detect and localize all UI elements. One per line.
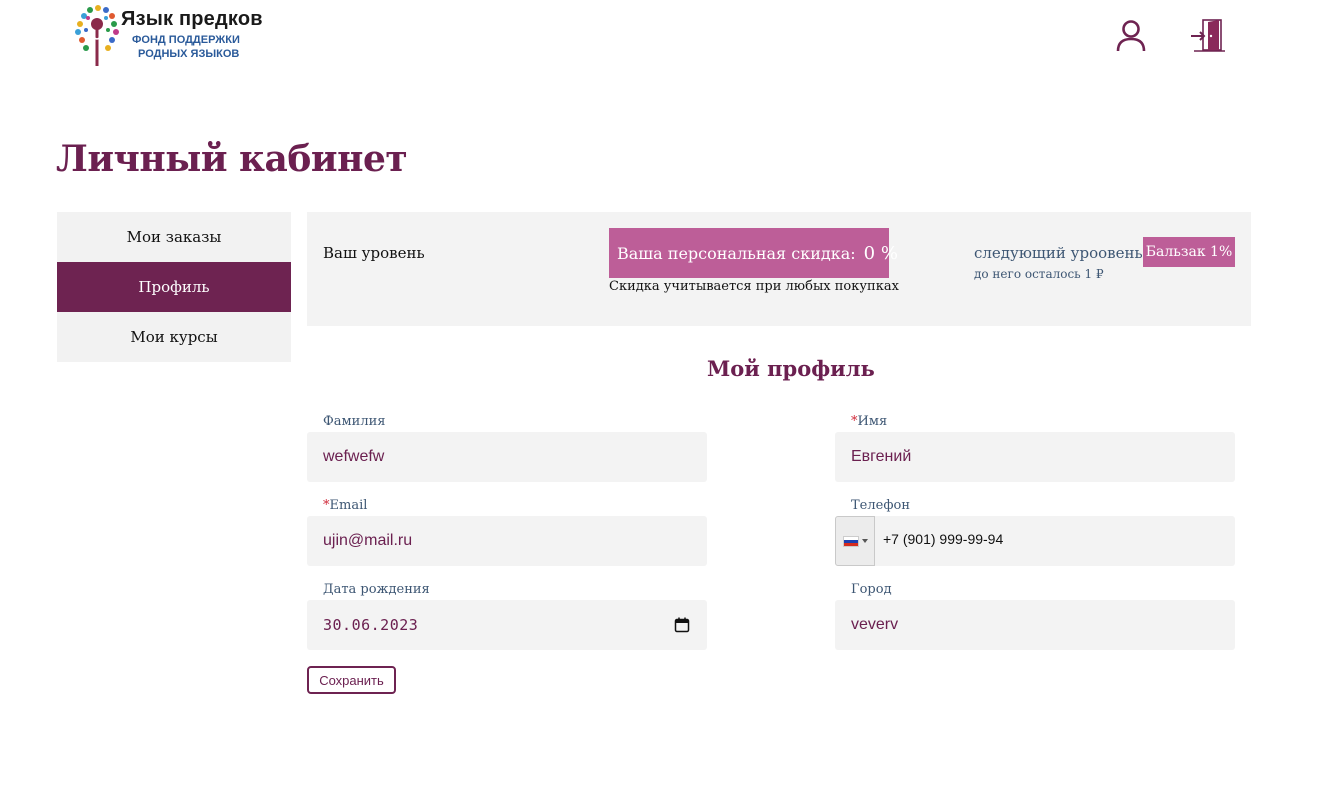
- country-select[interactable]: [835, 516, 875, 566]
- logo-subtitle-2: РОДНЫХ ЯЗЫКОВ: [138, 48, 240, 60]
- lastname-label: Фамилия: [323, 414, 385, 429]
- lastname-field[interactable]: [307, 432, 707, 482]
- next-level-label: следующий уроовень: [974, 244, 1143, 262]
- discount-label: Ваша персональная скидка:: [617, 243, 856, 263]
- firstname-field[interactable]: [835, 432, 1235, 482]
- birthdate-field[interactable]: 30.06.2023: [307, 600, 707, 650]
- phone-field[interactable]: +7 (901) 999-99-94: [835, 516, 1235, 566]
- birthdate-label-text: Дата рождения: [323, 582, 430, 597]
- city-label-text: Город: [851, 582, 892, 597]
- chevron-down-icon: [861, 539, 868, 543]
- level-label: Ваш уровень: [323, 244, 425, 262]
- phone-label-text: Телефон: [851, 498, 910, 513]
- birthdate-label: Дата рождения: [323, 582, 430, 597]
- city-label: Город: [851, 582, 892, 597]
- lastname-label-text: Фамилия: [323, 414, 386, 429]
- side-menu-item-courses[interactable]: Мои курсы: [57, 312, 291, 362]
- city-input[interactable]: [851, 600, 1235, 650]
- email-field[interactable]: [307, 516, 707, 566]
- discount-note: Скидка учитывается при любых покупках: [609, 279, 899, 294]
- side-menu-item-profile[interactable]: Профиль: [57, 262, 291, 312]
- next-level-badge: Бальзак 1%: [1143, 237, 1235, 267]
- calendar-icon[interactable]: [674, 617, 690, 633]
- discount-box: Ваша персональная скидка: 0 %: [609, 228, 898, 278]
- logo-subtitle-1: ФОНД ПОДДЕРЖКИ: [132, 34, 240, 46]
- exit-door-icon: [1191, 19, 1225, 52]
- phone-input[interactable]: +7 (901) 999-99-94: [883, 531, 1003, 547]
- logo-title: Язык предков: [121, 8, 263, 30]
- level-panel: Ваш уровень Ваша персональная скидка: 0 …: [307, 212, 1251, 326]
- email-label: *Email: [323, 498, 367, 513]
- lastname-input[interactable]: [323, 432, 707, 482]
- page-title: Личный кабинет: [56, 138, 408, 180]
- birthdate-input[interactable]: 30.06.2023: [323, 616, 418, 634]
- save-button[interactable]: Сохранить: [307, 666, 396, 694]
- firstname-input[interactable]: [851, 432, 1235, 482]
- phone-label: Телефон: [851, 498, 910, 513]
- next-level-remaining: до него осталось 1 ₽: [974, 267, 1104, 281]
- logout-button[interactable]: [1190, 18, 1226, 54]
- profile-title: Мой профиль: [707, 356, 875, 381]
- russia-flag-icon: [842, 535, 859, 547]
- side-menu-item-orders[interactable]: Мои заказы: [57, 212, 291, 262]
- discount-value: 0 %: [863, 242, 898, 264]
- email-input[interactable]: [323, 516, 707, 566]
- user-icon: [1116, 20, 1146, 52]
- profile-button[interactable]: [1113, 18, 1149, 54]
- side-menu: Мои заказы Профиль Мои курсы: [57, 212, 291, 362]
- firstname-label: *Имя: [851, 414, 887, 429]
- firstname-label-text: Имя: [857, 414, 888, 429]
- city-field[interactable]: [835, 600, 1235, 650]
- email-label-text: Email: [329, 498, 368, 513]
